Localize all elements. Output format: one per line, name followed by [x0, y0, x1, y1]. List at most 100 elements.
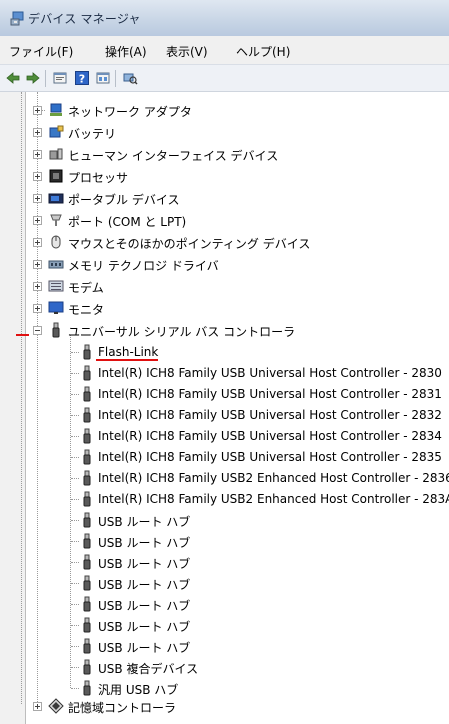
category-label: メモリ テクノロジ ドライバ	[68, 259, 219, 273]
usb-device-label: Intel(R) ICH8 Family USB2 Enhanced Host …	[98, 471, 449, 485]
usb-device-item[interactable]: USB 複合デバイス	[26, 657, 446, 677]
storage-controller-icon	[48, 698, 64, 714]
category-usb-controllers[interactable]: ユニバーサル シリアル バス コントローラ	[26, 320, 446, 340]
tree-connector	[71, 667, 79, 668]
tree-connector	[71, 646, 79, 647]
expand-icon[interactable]	[33, 702, 42, 711]
battery-icon	[49, 125, 64, 138]
expand-icon[interactable]	[33, 238, 42, 247]
usb-device-item[interactable]: 汎用 USB ハブ	[26, 678, 446, 698]
title-bar[interactable]: デバイス マネージャ	[0, 0, 449, 36]
expand-icon[interactable]	[33, 260, 42, 269]
category-label: マウスとそのほかのポインティング デバイス	[68, 237, 311, 251]
network-adapter-icon	[50, 103, 62, 116]
category-monitors[interactable]: モニタ	[26, 298, 446, 318]
collapse-icon[interactable]	[33, 326, 42, 335]
expand-icon[interactable]	[33, 128, 42, 137]
left-pane	[0, 92, 26, 724]
usb-device-item[interactable]: USB ルート ハブ	[26, 594, 446, 614]
usb-device-icon	[83, 638, 91, 654]
category-storage-controllers[interactable]: 記憶域コントローラ	[26, 696, 446, 716]
usb-device-item[interactable]: Intel(R) ICH8 Family USB Universal Host …	[26, 363, 446, 383]
device-tree[interactable]: ネットワーク アダプタ バッテリ ヒューマン インターフェイス デバイス プロセ…	[16, 92, 449, 724]
usb-device-icon	[83, 575, 91, 591]
usb-device-item[interactable]: Intel(R) ICH8 Family USB2 Enhanced Host …	[26, 489, 449, 509]
tree-connector	[71, 625, 79, 626]
tree-guide-line	[21, 92, 22, 704]
menu-view[interactable]: 表示(V)	[166, 43, 208, 60]
usb-device-item[interactable]: Flash-Link	[26, 342, 446, 362]
menu-help[interactable]: ヘルプ(H)	[236, 43, 290, 60]
expand-icon[interactable]	[33, 194, 42, 203]
usb-device-item[interactable]: USB ルート ハブ	[26, 615, 446, 635]
usb-device-item[interactable]: Intel(R) ICH8 Family USB Universal Host …	[26, 405, 446, 425]
memory-icon	[48, 260, 64, 269]
tree-connector	[71, 457, 79, 458]
port-icon	[50, 214, 62, 226]
category-label: モデム	[68, 281, 104, 295]
usb-device-label: Intel(R) ICH8 Family USB2 Enhanced Host …	[98, 492, 449, 506]
category-label: ネットワーク アダプタ	[68, 105, 192, 119]
window-title: デバイス マネージャ	[28, 12, 141, 26]
expand-icon[interactable]	[33, 106, 42, 115]
category-mice[interactable]: マウスとそのほかのポインティング デバイス	[26, 232, 446, 252]
usb-device-icon	[83, 596, 91, 612]
red-underline-mark	[96, 359, 158, 361]
category-hid[interactable]: ヒューマン インターフェイス デバイス	[26, 144, 446, 164]
menu-file[interactable]: ファイル(F)	[9, 43, 73, 60]
usb-device-label: USB ルート ハブ	[98, 557, 191, 571]
usb-device-item[interactable]: Intel(R) ICH8 Family USB Universal Host …	[26, 447, 446, 467]
category-portable-devices[interactable]: ポータブル デバイス	[26, 188, 446, 208]
usb-device-icon	[83, 470, 91, 486]
tree-connector	[71, 373, 79, 374]
usb-device-label: USB ルート ハブ	[98, 536, 191, 550]
tree-connector	[71, 352, 79, 353]
usb-device-label: Intel(R) ICH8 Family USB Universal Host …	[98, 387, 442, 401]
tree-connector	[71, 520, 79, 521]
usb-device-label: Intel(R) ICH8 Family USB Universal Host …	[98, 366, 442, 380]
usb-device-item[interactable]: USB ルート ハブ	[26, 573, 446, 593]
category-label: ポータブル デバイス	[68, 193, 180, 207]
usb-device-item[interactable]: USB ルート ハブ	[26, 510, 446, 530]
tree-connector	[71, 394, 79, 395]
category-network-adapters[interactable]: ネットワーク アダプタ	[26, 100, 446, 120]
category-ports[interactable]: ポート (COM と LPT)	[26, 210, 446, 230]
tree-connector	[71, 415, 79, 416]
hid-icon	[49, 148, 63, 160]
usb-device-icon	[83, 617, 91, 633]
expand-icon[interactable]	[33, 282, 42, 291]
toolbar-separator	[45, 70, 46, 87]
usb-device-item[interactable]: USB ルート ハブ	[26, 636, 446, 656]
usb-device-item[interactable]: USB ルート ハブ	[26, 552, 446, 572]
category-processors[interactable]: プロセッサ	[26, 166, 446, 186]
expand-icon[interactable]	[33, 150, 42, 159]
category-memory-technology[interactable]: メモリ テクノロジ ドライバ	[26, 254, 446, 274]
forward-icon[interactable]	[25, 70, 41, 86]
scan-hardware-icon[interactable]	[122, 70, 138, 86]
usb-device-item[interactable]: Intel(R) ICH8 Family USB Universal Host …	[26, 426, 446, 446]
menu-action[interactable]: 操作(A)	[105, 43, 147, 60]
usb-device-item[interactable]: Intel(R) ICH8 Family USB2 Enhanced Host …	[26, 468, 449, 488]
expand-icon[interactable]	[33, 172, 42, 181]
usb-device-label: Intel(R) ICH8 Family USB Universal Host …	[98, 408, 442, 422]
view-icon[interactable]	[95, 70, 111, 86]
usb-device-icon	[83, 554, 91, 570]
category-batteries[interactable]: バッテリ	[26, 122, 446, 142]
usb-device-label: USB ルート ハブ	[98, 578, 191, 592]
back-icon[interactable]	[5, 70, 21, 86]
tree-connector	[71, 499, 79, 500]
usb-controller-icon	[52, 322, 60, 338]
category-label: ユニバーサル シリアル バス コントローラ	[68, 325, 296, 339]
usb-device-item[interactable]: Intel(R) ICH8 Family USB Universal Host …	[26, 384, 446, 404]
processor-icon	[49, 169, 63, 183]
properties-icon[interactable]	[52, 70, 68, 86]
modem-icon	[48, 280, 64, 292]
expand-icon[interactable]	[33, 216, 42, 225]
help-icon[interactable]: ?	[74, 70, 90, 86]
usb-device-item[interactable]: USB ルート ハブ	[26, 531, 446, 551]
usb-device-label: USB 複合デバイス	[98, 662, 199, 676]
category-label: ポート (COM と LPT)	[68, 215, 187, 229]
usb-device-icon	[83, 449, 91, 465]
category-modems[interactable]: モデム	[26, 276, 446, 296]
expand-icon[interactable]	[33, 304, 42, 313]
